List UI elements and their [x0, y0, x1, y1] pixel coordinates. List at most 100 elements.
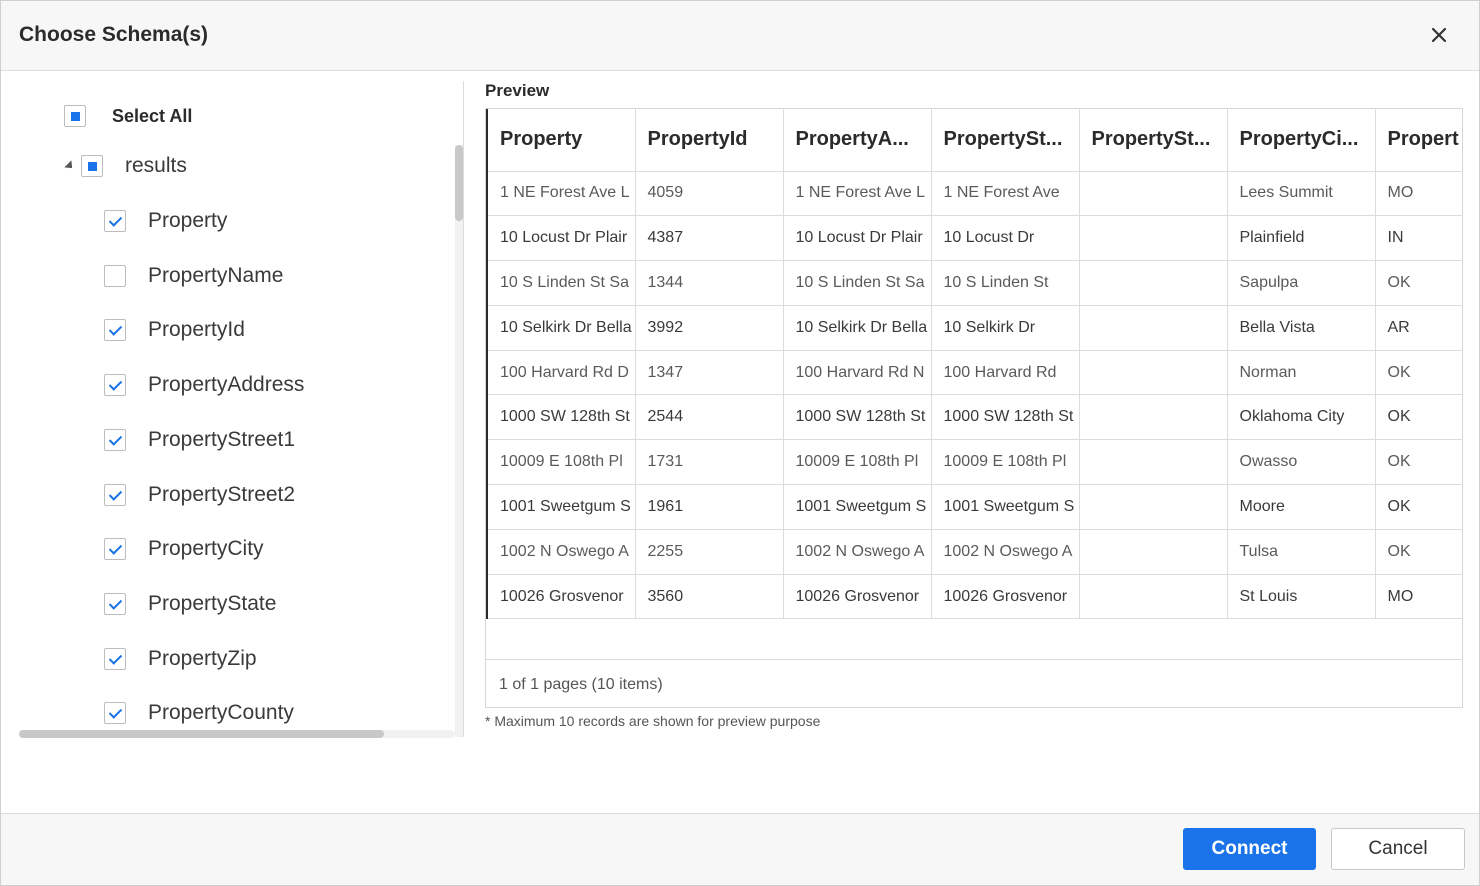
table-cell: Bella Vista — [1227, 305, 1376, 351]
close-icon[interactable] — [1427, 23, 1451, 47]
tree-item[interactable]: PropertyId — [104, 315, 245, 345]
select-all-row[interactable]: Select All — [64, 101, 192, 131]
preview-grid: Property PropertyId PropertyA... PropertySt… — [485, 108, 1463, 708]
table-row[interactable]: 100 Harvard Rd D 1347 100 Harvard Rd N 100 … — [486, 350, 1462, 396]
tree-item-label: PropertyAddress — [148, 373, 305, 397]
column-header[interactable]: Property — [486, 109, 636, 172]
tree-item-label: PropertyState — [148, 591, 277, 615]
tree-item-checkbox[interactable] — [104, 483, 126, 506]
table-cell: 1 NE Forest Ave L — [486, 171, 636, 217]
table-cell: Plainfield — [1227, 215, 1376, 262]
table-cell: AR — [1375, 305, 1462, 351]
results-node[interactable]: results — [64, 151, 187, 181]
column-header[interactable]: Propert — [1375, 109, 1462, 172]
table-row[interactable]: 1 NE Forest Ave L 4059 1 NE Forest Ave L1 … — [486, 171, 1462, 217]
tree-item[interactable]: PropertyStreet1 — [104, 425, 295, 455]
tree-item-checkbox[interactable] — [104, 647, 126, 670]
tree-item-checkbox[interactable] — [104, 319, 126, 342]
tree-horizontal-scroll-thumb[interactable] — [19, 730, 384, 738]
table-row[interactable]: 1000 SW 128th St 2544 1000 SW 128th St 1000… — [486, 394, 1462, 441]
table-cell: Oklahoma City — [1227, 394, 1376, 441]
tree-vertical-scrollbar[interactable] — [455, 145, 463, 737]
table-cell: 100 Harvard Rd N — [783, 350, 932, 396]
table-cell: 1001 Sweetgum S — [486, 484, 636, 530]
tree-item-checkbox[interactable] — [104, 702, 126, 725]
table-cell — [1079, 439, 1228, 486]
collapse-arrow-icon[interactable] — [64, 160, 76, 172]
table-row[interactable]: 1001 Sweetgum S 1961 1001 Sweetgum S 1001 S… — [486, 484, 1462, 530]
cancel-button[interactable]: Cancel — [1331, 828, 1465, 870]
tree-item[interactable]: PropertyZip — [104, 644, 257, 674]
tree-item-checkbox[interactable] — [104, 592, 126, 615]
table-cell: 10 Locust Dr Plair — [486, 215, 636, 262]
table-cell: OK — [1375, 529, 1462, 575]
tree-item[interactable]: PropertyCounty — [104, 698, 294, 728]
table-cell: 1000 SW 128th St — [783, 394, 932, 441]
table-cell: Tulsa — [1227, 529, 1376, 575]
table-cell: 10 Selkirk Dr Bella — [783, 305, 932, 351]
table-cell: OK — [1375, 394, 1462, 441]
table-cell: 1001 Sweetgum S — [931, 484, 1080, 530]
tree-item-label: Property — [148, 209, 228, 232]
table-cell: 1 NE Forest Ave L — [783, 171, 932, 217]
column-header[interactable]: PropertyCi... — [1227, 109, 1376, 172]
column-header[interactable]: PropertySt... — [1079, 109, 1228, 172]
table-row[interactable]: 1002 N Oswego A 2255 1002 N Oswego A 1002 N… — [486, 529, 1462, 575]
tree-item[interactable]: Property — [104, 206, 227, 236]
preview-title: Preview — [485, 81, 550, 100]
table-cell: 10026 Grosvenor — [931, 574, 1080, 620]
tree-item-checkbox[interactable] — [104, 210, 126, 232]
table-row[interactable]: 10009 E 108th Pl 1731 10009 E 108th Pl 1000… — [486, 439, 1462, 486]
tree-vertical-scroll-thumb[interactable] — [455, 145, 463, 221]
tree-item-checkbox[interactable] — [104, 264, 126, 287]
table-row[interactable]: 10026 Grosvenor 3560 10026 Grosvenor 10026 … — [486, 574, 1462, 620]
choose-schema-dialog: Choose Schema(s) Select All results Prop… — [0, 0, 1480, 886]
tree-item-label: PropertyStreet1 — [148, 427, 296, 451]
tree-item-label: PropertyCity — [148, 537, 264, 561]
tree-item[interactable]: PropertyCity — [104, 534, 264, 564]
schema-tree: Select All results Property PropertyName P… — [1, 71, 463, 741]
table-cell: Lees Summit — [1227, 171, 1376, 217]
column-header[interactable]: PropertySt... — [931, 109, 1080, 172]
table-cell: 100 Harvard Rd D — [486, 350, 636, 396]
connect-button[interactable]: Connect — [1183, 828, 1316, 870]
tree-item-checkbox[interactable] — [104, 374, 126, 397]
table-row[interactable]: 10 Locust Dr Plair 4387 10 Locust Dr Plair… — [486, 215, 1462, 262]
table-cell: 10 Selkirk Dr — [931, 305, 1080, 351]
table-cell: Norman — [1227, 350, 1376, 396]
table-cell: 10 Locust Dr — [931, 215, 1080, 262]
dialog-title: Choose Schema(s) — [19, 23, 209, 46]
tree-item[interactable]: PropertyState — [104, 589, 276, 619]
tree-item[interactable]: PropertyName — [104, 261, 283, 291]
column-header[interactable]: PropertyId — [635, 109, 784, 172]
column-header[interactable]: PropertyA... — [783, 109, 932, 172]
table-cell — [1079, 171, 1228, 217]
tree-item-label: PropertyStreet2 — [148, 482, 296, 506]
dialog-footer: Connect Cancel — [1, 813, 1479, 885]
table-row[interactable]: 10 S Linden St Sa 1344 10 S Linden St Sa 10… — [486, 260, 1462, 306]
select-all-checkbox[interactable] — [64, 105, 86, 127]
table-cell: OK — [1375, 260, 1462, 306]
tree-item-label: PropertyZip — [148, 646, 257, 670]
tree-item-label: PropertyCounty — [148, 701, 294, 725]
table-cell: 10009 E 108th Pl — [931, 439, 1080, 486]
table-cell: 1002 N Oswego A — [783, 529, 932, 575]
tree-item-checkbox[interactable] — [104, 538, 126, 561]
dialog-header: Choose Schema(s) — [1, 1, 1479, 71]
table-cell: Sapulpa — [1227, 260, 1376, 306]
results-checkbox[interactable] — [81, 155, 103, 177]
table-cell: 3560 — [635, 574, 784, 620]
table-cell: MO — [1375, 574, 1462, 620]
tree-item[interactable]: PropertyStreet2 — [104, 480, 295, 510]
table-cell — [1079, 350, 1228, 396]
table-cell: 10009 E 108th Pl — [486, 439, 636, 486]
tree-item-checkbox[interactable] — [104, 428, 126, 451]
table-cell: 1002 N Oswego A — [486, 529, 636, 575]
tree-item[interactable]: PropertyAddress — [104, 370, 304, 400]
table-cell — [1079, 260, 1228, 306]
preview-table: Property PropertyId PropertyA... PropertySt… — [486, 109, 1462, 620]
table-row[interactable]: 10 Selkirk Dr Bella 3992 10 Selkirk Dr Bel… — [486, 305, 1462, 351]
table-cell — [1079, 529, 1228, 575]
results-label: results — [125, 154, 187, 177]
table-cell: 3992 — [635, 305, 784, 351]
